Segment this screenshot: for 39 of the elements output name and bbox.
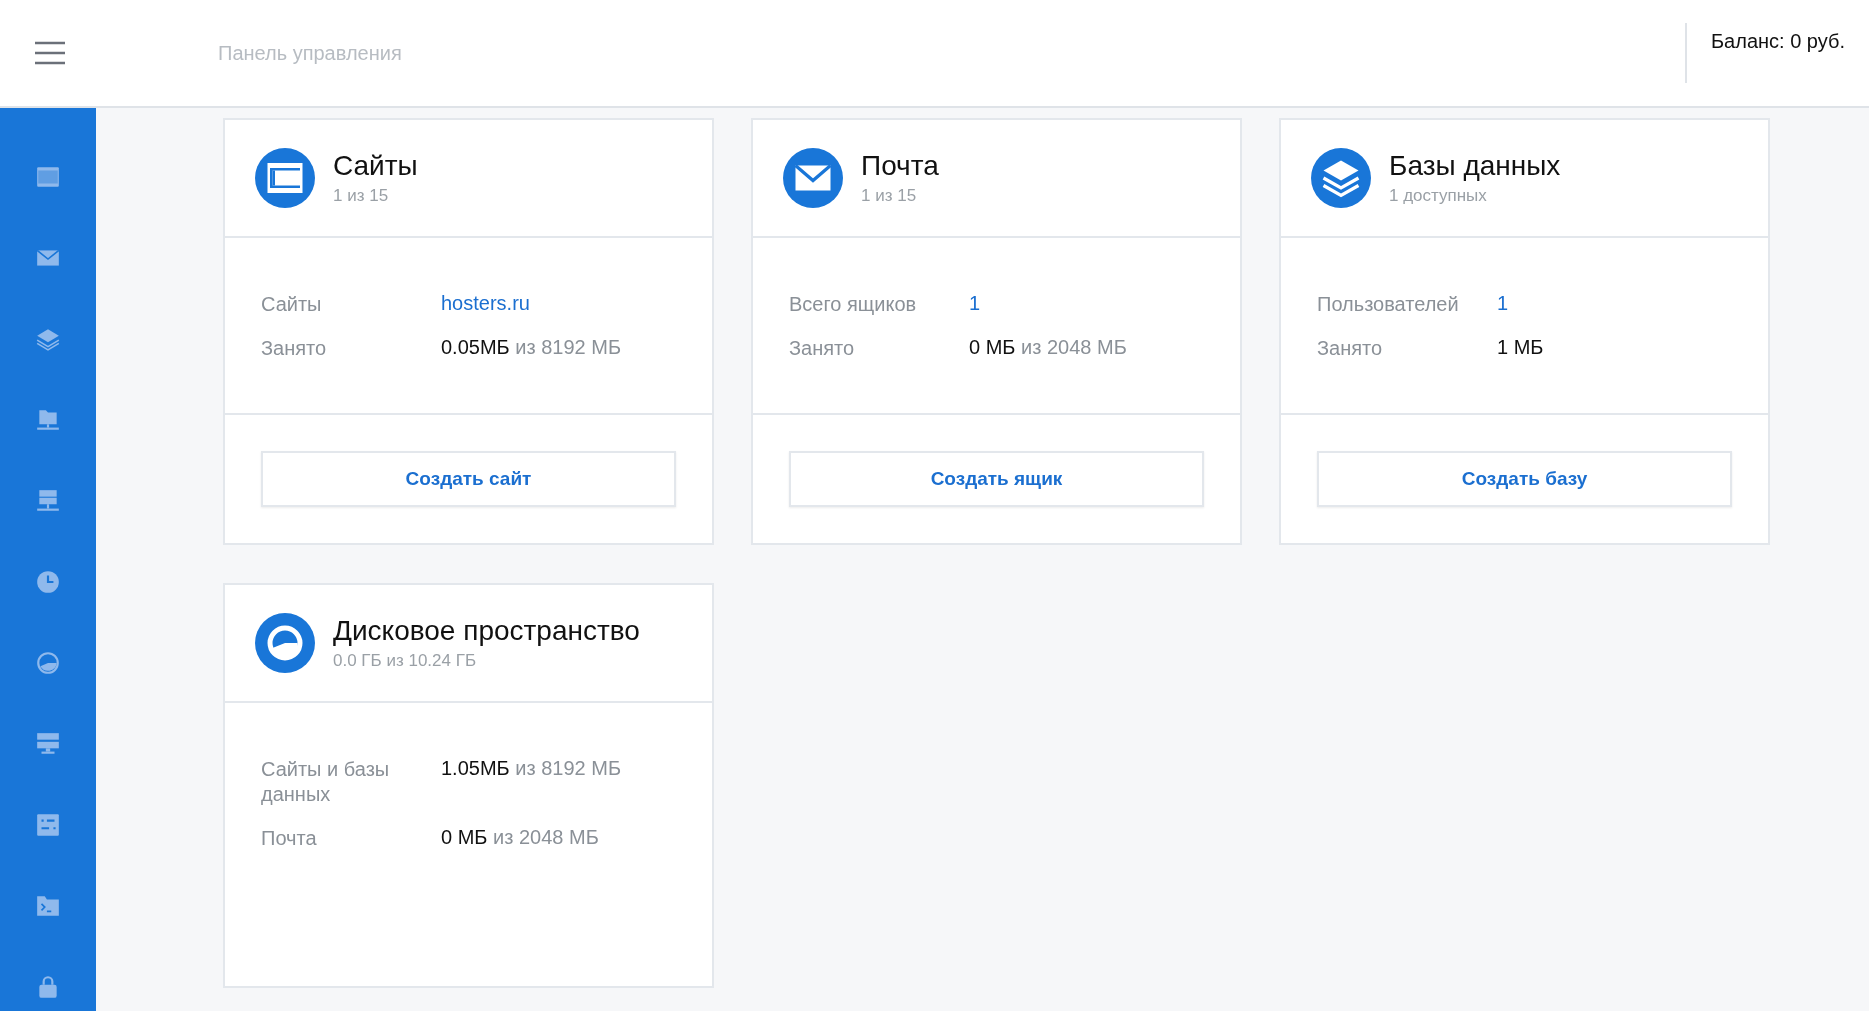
usage-value: 0 МБ из 2048 МБ (969, 336, 1128, 360)
create-button[interactable]: Создать ящик (789, 451, 1204, 507)
count-value: 1 (1497, 292, 1510, 316)
usage-value: 1 МБ (1497, 336, 1545, 360)
mail-icon (783, 148, 843, 208)
usage-value: 1.05МБ из 8192 МБ (441, 757, 622, 781)
menu-button[interactable] (34, 41, 66, 65)
gauge-icon[interactable] (35, 649, 61, 676)
page-title: Панель управления (218, 41, 403, 65)
layers-icon (1311, 148, 1371, 208)
clock-icon[interactable] (35, 568, 61, 595)
settings-panel-icon[interactable] (35, 811, 61, 838)
browser-window-icon (255, 148, 315, 208)
usage-value: 0 МБ из 2048 МБ (441, 826, 600, 850)
field-label: Занято (789, 336, 856, 361)
card-subtitle: 1 доступных (1389, 186, 1488, 206)
card-title: Почта (861, 150, 939, 182)
field-label: Пользователей (1317, 292, 1460, 317)
balance-text: Баланс: 0 руб. (1710, 30, 1846, 53)
server-rack-icon[interactable] (35, 730, 61, 757)
gauge-icon (255, 613, 315, 673)
field-label: Почта (261, 826, 318, 851)
field-label: Занято (1317, 336, 1384, 361)
field-label: Занято (261, 336, 328, 361)
field-label: Сайты и базы данных (261, 757, 391, 807)
field-label: Сайты (261, 292, 323, 317)
card-title: Базы данных (1389, 150, 1561, 182)
site-link[interactable]: hosters.ru (441, 292, 676, 317)
card-title: Сайты (333, 150, 418, 182)
count-value: 1 (969, 292, 982, 316)
card-title: Дисковое пространство (333, 615, 640, 647)
create-button[interactable]: Создать базу (1317, 451, 1732, 507)
card-subtitle: 1 из 15 (861, 186, 918, 206)
card-subtitle: 0.0 ГБ из 10.24 ГБ (333, 651, 478, 671)
server-icon[interactable] (35, 487, 61, 514)
create-button[interactable]: Создать сайт (261, 451, 676, 507)
card-subtitle: 1 из 15 (333, 186, 390, 206)
usage-value: 0.05МБ из 8192 МБ (441, 336, 622, 360)
field-label: Всего ящиков (789, 292, 918, 317)
